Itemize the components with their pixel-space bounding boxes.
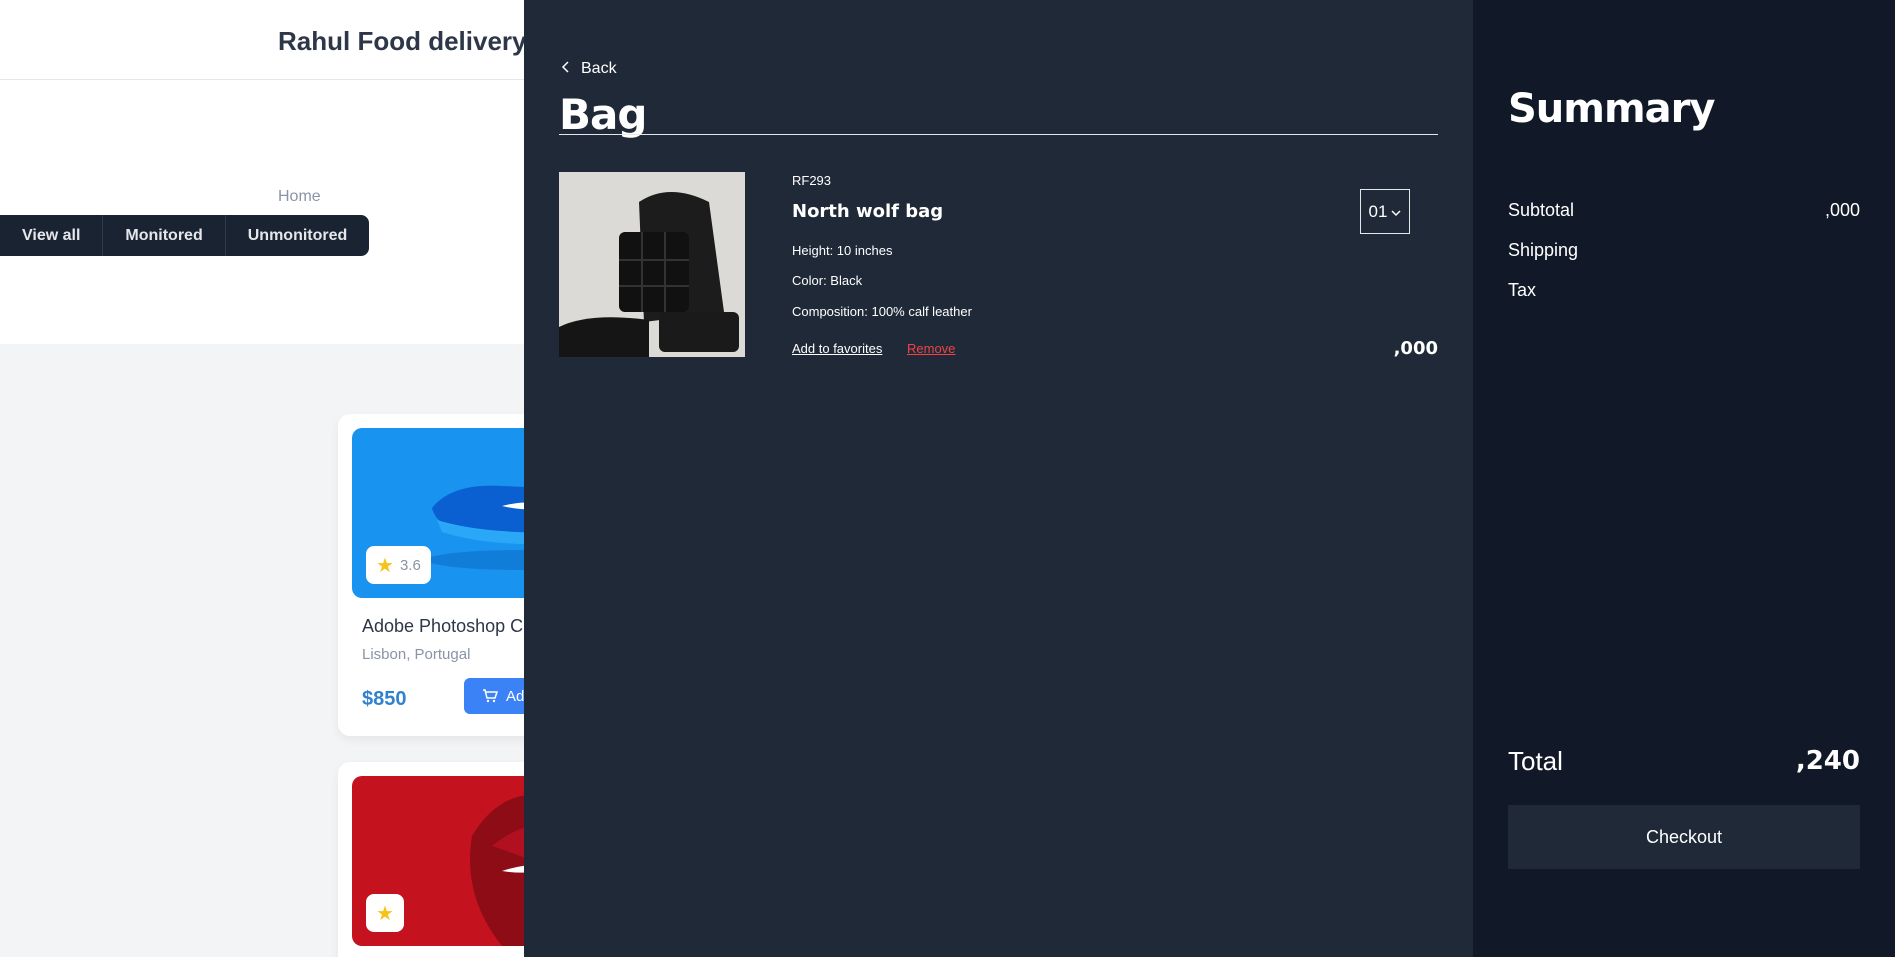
shipping-row: Shipping: [1508, 240, 1860, 261]
nav-home-link[interactable]: Home: [278, 188, 321, 206]
star-icon: ★: [376, 554, 394, 577]
quantity-select[interactable]: 01: [1360, 189, 1410, 234]
remove-link[interactable]: Remove: [907, 341, 955, 356]
divider: [559, 134, 1438, 135]
cart-icon: [483, 689, 498, 703]
filter-group: View all Monitored Unmonitored: [0, 215, 370, 256]
tax-label: Tax: [1508, 280, 1537, 300]
subtotal-row: Subtotal ,000: [1508, 200, 1860, 221]
quantity-value: 01: [1368, 201, 1388, 221]
filter-view-all[interactable]: View all: [0, 215, 104, 256]
subtotal-value: ,000: [1824, 200, 1860, 220]
product-price: $850: [362, 688, 407, 710]
product-location: Lisbon, Portugal: [362, 646, 471, 663]
filter-unmonitored[interactable]: Unmonitored: [226, 215, 370, 256]
item-composition: Composition: 100% calf leather: [792, 304, 972, 319]
tax-row: Tax: [1508, 280, 1860, 301]
site-title: Rahul Food delivery: [278, 26, 527, 56]
bag-title: Bag: [559, 90, 647, 139]
star-icon: ★: [376, 902, 394, 925]
item-image: [559, 172, 745, 357]
total-row: Total ,240: [1508, 746, 1860, 777]
checkout-button[interactable]: Checkout: [1508, 805, 1860, 869]
product-name: Adobe Photoshop CC: [362, 616, 537, 636]
bag-panel: Back Bag RF293 North wolf bag Height: 10…: [524, 0, 1473, 957]
item-price: ,000: [1393, 338, 1438, 359]
add-to-favorites-link[interactable]: Add to favorites: [792, 341, 882, 356]
back-button[interactable]: Back: [561, 60, 617, 78]
chevron-down-icon: [1391, 202, 1401, 222]
item-height: Height: 10 inches: [792, 243, 893, 258]
summary-panel: Summary Subtotal ,000 Shipping Tax Total…: [1473, 0, 1895, 957]
shipping-label: Shipping: [1508, 240, 1579, 260]
back-label: Back: [581, 60, 617, 77]
backpack-image-icon: [559, 172, 745, 357]
summary-title: Summary: [1508, 86, 1715, 132]
filter-monitored[interactable]: Monitored: [103, 215, 226, 256]
rating-value: 3.6: [399, 556, 421, 574]
item-color: Color: Black: [792, 273, 863, 288]
chevron-left-icon: [561, 60, 571, 78]
subtotal-label: Subtotal: [1508, 200, 1575, 220]
item-sku: RF293: [792, 173, 832, 188]
rating-badge: ★: [366, 894, 404, 932]
total-label: Total: [1508, 746, 1563, 776]
rating-badge: ★ 3.6: [366, 546, 431, 584]
total-value: ,240: [1795, 746, 1860, 776]
item-name: North wolf bag: [792, 201, 944, 222]
